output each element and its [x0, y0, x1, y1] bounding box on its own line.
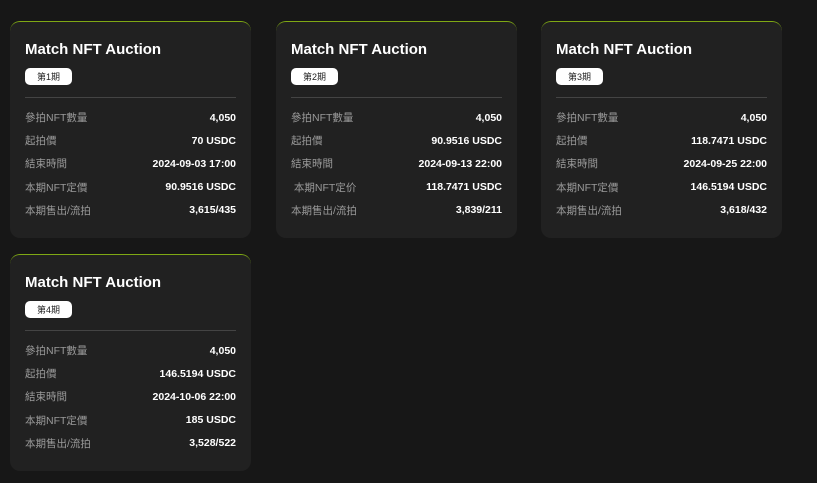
period-badge: 第3期	[556, 68, 604, 85]
info-row: 本期售出/流拍 3,839/211	[291, 199, 502, 222]
info-row: 結束時間 2024-09-25 22:00	[556, 152, 767, 175]
row-label: 參拍NFT數量	[556, 112, 619, 125]
row-label: 本期NFT定价	[291, 181, 357, 194]
row-value: 3,618/432	[720, 204, 767, 217]
info-row: 本期NFT定價 146.5194 USDC	[556, 176, 767, 199]
row-label: 結束時間	[556, 158, 598, 171]
row-label: 本期售出/流拍	[291, 204, 357, 217]
info-row: 參拍NFT數量 4,050	[291, 106, 502, 129]
row-label: 起拍價	[25, 135, 57, 148]
info-row: 參拍NFT數量 4,050	[556, 106, 767, 129]
row-value: 90.9516 USDC	[165, 181, 236, 194]
card-title: Match NFT Auction	[25, 274, 162, 291]
row-value: 2024-10-06 22:00	[152, 390, 236, 403]
row-value: 2024-09-03 17:00	[152, 157, 236, 170]
row-value: 146.5194 USDC	[159, 367, 236, 380]
row-label: 結束時間	[25, 391, 67, 404]
row-value: 185 USDC	[185, 414, 236, 427]
row-value: 118.7471 USDC	[426, 181, 502, 194]
row-label: 本期NFT定價	[556, 181, 619, 194]
card-title: Match NFT Auction	[25, 41, 162, 58]
row-label: 本期NFT定價	[25, 414, 88, 427]
row-value: 4,050	[209, 344, 236, 357]
auction-card[interactable]: Match NFT Auction 第4期 參拍NFT數量 4,050 起拍價 146…	[10, 254, 251, 471]
row-value: 4,050	[475, 111, 502, 124]
row-value: 4,050	[209, 111, 236, 124]
row-value: 70 USDC	[191, 134, 236, 147]
card-title: Match NFT Auction	[556, 41, 693, 58]
card-title: Match NFT Auction	[291, 41, 428, 58]
row-value: 2024-09-25 22:00	[683, 157, 767, 170]
row-label: 起拍價	[25, 368, 57, 381]
row-label: 起拍價	[556, 135, 588, 148]
info-row: 參拍NFT數量 4,050	[25, 106, 236, 129]
row-value: 90.9516 USDC	[431, 134, 502, 147]
row-value: 3,528/522	[189, 437, 236, 450]
auction-card[interactable]: Match NFT Auction 第1期 參拍NFT數量 4,050 起拍價 70 …	[10, 21, 251, 238]
info-row: 本期NFT定价 118.7471 USDC	[291, 176, 502, 199]
divider	[556, 97, 767, 98]
row-label: 本期售出/流拍	[25, 437, 91, 450]
row-label: 本期NFT定價	[25, 181, 88, 194]
row-label: 結束時間	[291, 158, 333, 171]
info-row: 結束時間 2024-09-03 17:00	[25, 152, 236, 175]
row-label: 結束時間	[25, 158, 67, 171]
period-badge: 第4期	[25, 301, 73, 318]
divider	[291, 97, 502, 98]
info-row: 起拍價 70 USDC	[25, 129, 236, 152]
period-badge: 第1期	[25, 68, 73, 85]
row-value: 118.7471 USDC	[691, 134, 767, 147]
row-value: 3,615/435	[189, 204, 236, 217]
info-row: 起拍價 90.9516 USDC	[291, 129, 502, 152]
row-value: 4,050	[740, 111, 767, 124]
info-row: 參拍NFT數量 4,050	[25, 339, 236, 362]
info-row: 本期售出/流拍 3,528/522	[25, 432, 236, 455]
divider	[25, 330, 236, 331]
divider	[25, 97, 236, 98]
info-row: 結束時間 2024-10-06 22:00	[25, 385, 236, 408]
row-label: 本期售出/流拍	[25, 204, 91, 217]
info-row: 本期售出/流拍 3,618/432	[556, 199, 767, 222]
row-label: 參拍NFT數量	[25, 112, 88, 125]
info-row: 起拍價 146.5194 USDC	[25, 362, 236, 385]
row-value: 146.5194 USDC	[690, 181, 767, 194]
row-value: 2024-09-13 22:00	[418, 157, 502, 170]
info-row: 本期NFT定價 185 USDC	[25, 409, 236, 432]
auction-card[interactable]: Match NFT Auction 第3期 參拍NFT數量 4,050 起拍價 118…	[541, 21, 782, 238]
row-value: 3,839/211	[455, 204, 502, 217]
auction-card[interactable]: Match NFT Auction 第2期 參拍NFT數量 4,050 起拍價 90.…	[276, 21, 517, 238]
row-label: 本期售出/流拍	[556, 204, 622, 217]
row-label: 參拍NFT數量	[291, 112, 354, 125]
period-badge: 第2期	[291, 68, 339, 85]
info-row: 起拍價 118.7471 USDC	[556, 129, 767, 152]
info-row: 本期售出/流拍 3,615/435	[25, 199, 236, 222]
info-row: 結束時間 2024-09-13 22:00	[291, 152, 502, 175]
row-label: 參拍NFT數量	[25, 345, 88, 358]
row-label: 起拍價	[291, 135, 323, 148]
info-row: 本期NFT定價 90.9516 USDC	[25, 176, 236, 199]
